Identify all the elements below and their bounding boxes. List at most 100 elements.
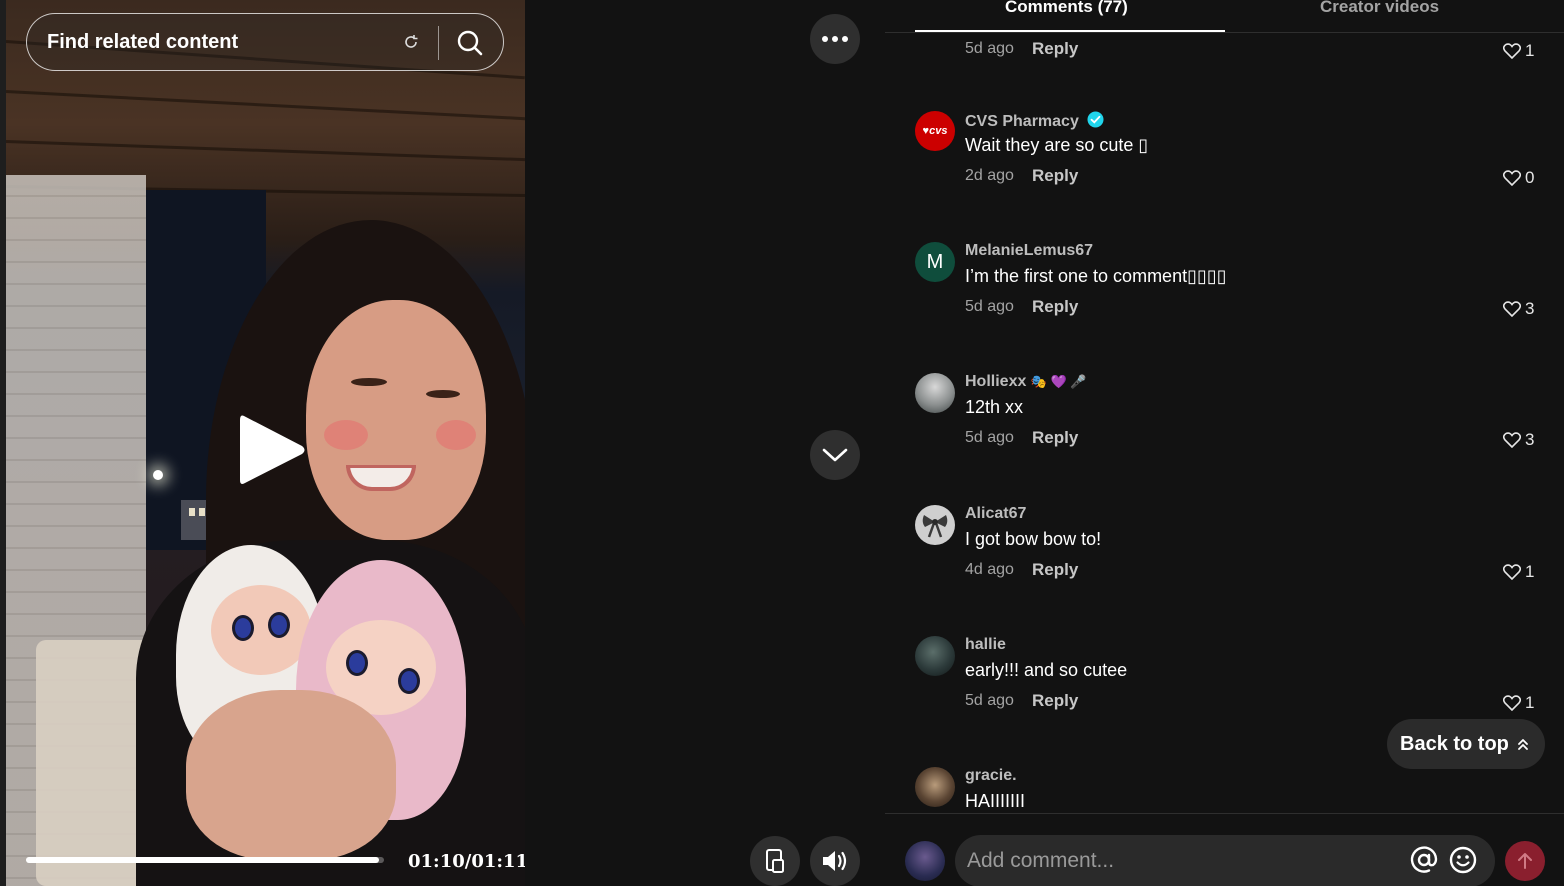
username-badges: 🎭 💜 🎤	[1030, 374, 1087, 389]
heart-icon	[1503, 170, 1521, 186]
comment-time: 4d ago	[965, 561, 1014, 578]
comment-text: I’m the first one to comment▯▯▯▯	[965, 266, 1227, 286]
comment-compose-bar	[885, 813, 1564, 886]
current-user-avatar[interactable]	[905, 841, 945, 881]
comment-item: M MelanieLemus67 I’m the first one to co…	[915, 242, 1545, 332]
comment-time: 5d ago	[965, 692, 1014, 709]
app-root: Find related content 01:10/01:11 Comment…	[0, 0, 1564, 886]
video-progress-bar[interactable]	[26, 857, 384, 863]
chevron-down-icon	[822, 448, 848, 462]
more-options-button[interactable]	[810, 14, 860, 64]
heart-icon	[1503, 301, 1521, 317]
back-to-top-button[interactable]: Back to top	[1387, 719, 1545, 769]
search-icon[interactable]	[456, 29, 484, 57]
ceiling-beam	[6, 90, 525, 121]
video-progress-fill	[26, 857, 379, 863]
like-count: 1	[1525, 562, 1535, 581]
avatar[interactable]	[915, 505, 955, 545]
comment-username[interactable]: MelanieLemus67	[965, 242, 1093, 260]
avatar[interactable]: ♥cvs	[915, 111, 955, 151]
comment-text: I got bow bow to!	[965, 529, 1102, 549]
like-button[interactable]: 3	[1503, 430, 1534, 450]
avatar[interactable]	[915, 636, 955, 676]
avatar[interactable]: M	[915, 242, 955, 282]
search-placeholder: Find related content	[47, 31, 239, 53]
doll-face	[211, 585, 311, 675]
comment-item: hallie early!!! and so cutee 5d ago Repl…	[915, 636, 1545, 726]
comment-item: gracie. HAIIIIIII	[915, 767, 1545, 813]
comment-time: 5d ago	[965, 298, 1014, 315]
eye	[351, 378, 387, 386]
find-related-search[interactable]: Find related content	[26, 13, 504, 71]
cvs-logo: ♥cvs	[922, 125, 948, 137]
comment-item: Alicat67 I got bow bow to! 4d ago Reply …	[915, 505, 1545, 595]
reload-icon[interactable]	[403, 34, 419, 50]
hand	[186, 690, 396, 860]
search-divider	[438, 26, 439, 60]
like-count: 1	[1525, 41, 1535, 60]
comment-username[interactable]: Alicat67	[965, 505, 1026, 523]
video-time: 01:10/01:11	[408, 851, 525, 872]
reply-button[interactable]: Reply	[1032, 428, 1078, 448]
comment-username[interactable]: hallie	[965, 636, 1006, 654]
heart-icon	[1503, 432, 1521, 448]
cheek	[436, 420, 476, 450]
floating-player-icon	[766, 849, 784, 873]
like-button[interactable]: 3	[1503, 299, 1534, 319]
comment-item-partial: 5d ago Reply 1	[915, 0, 1545, 60]
comment-time: 5d ago	[965, 40, 1014, 57]
more-dots-icon	[822, 36, 848, 42]
next-video-button[interactable]	[810, 430, 860, 480]
emoji-icon[interactable]	[1448, 845, 1478, 875]
floating-player-button[interactable]	[750, 836, 800, 886]
doll-eye	[268, 612, 290, 638]
video-player[interactable]: Find related content 01:10/01:11	[6, 0, 525, 886]
like-count: 3	[1525, 299, 1535, 318]
avatar-letter: M	[926, 250, 944, 273]
avatar[interactable]	[915, 767, 955, 807]
like-count: 0	[1525, 168, 1535, 187]
comment-username[interactable]: CVS Pharmacy	[965, 111, 1104, 131]
comment-time: 2d ago	[965, 167, 1014, 184]
mention-icon[interactable]	[1409, 845, 1439, 875]
avatar[interactable]	[915, 373, 955, 413]
heart-icon	[1503, 695, 1521, 711]
like-button[interactable]: 1	[1503, 41, 1534, 61]
doll-eye	[398, 668, 420, 694]
verified-badge-icon	[1087, 111, 1104, 128]
eye	[426, 390, 460, 398]
heart-icon	[1503, 564, 1521, 580]
volume-button[interactable]	[810, 836, 860, 886]
doll-eye	[232, 615, 254, 641]
bow-icon	[922, 515, 948, 538]
comment-text: 12th xx	[965, 397, 1024, 417]
like-button[interactable]: 0	[1503, 168, 1534, 188]
reply-button[interactable]: Reply	[1032, 166, 1078, 186]
doll-eye	[346, 650, 368, 676]
double-chevron-up-icon	[1518, 739, 1528, 750]
comment-text: early!!! and so cutee	[965, 660, 1128, 680]
like-button[interactable]: 1	[1503, 693, 1534, 713]
reply-button[interactable]: Reply	[1032, 560, 1078, 580]
reply-button[interactable]: Reply	[1032, 691, 1078, 711]
comment-item: ♥cvs CVS Pharmacy Wait they are so cute …	[915, 111, 1545, 201]
arrow-up-icon	[1518, 853, 1532, 869]
ceiling-beam	[6, 140, 525, 162]
reply-button[interactable]: Reply	[1032, 297, 1078, 317]
username-text: Holliexx	[965, 373, 1027, 390]
cheek	[324, 420, 368, 450]
play-icon[interactable]	[236, 410, 308, 490]
like-button[interactable]: 1	[1503, 562, 1534, 582]
username-text: CVS Pharmacy	[965, 113, 1079, 130]
comment-item: Holliexx 🎭 💜 🎤 12th xx 5d ago Reply 3	[915, 373, 1545, 463]
like-count: 1	[1525, 693, 1535, 712]
reply-button[interactable]: Reply	[1032, 39, 1078, 59]
volume-icon	[823, 851, 847, 871]
heart-icon	[1503, 43, 1521, 59]
comment-username[interactable]: gracie.	[965, 767, 1017, 785]
back-to-top-label: Back to top	[1400, 732, 1509, 755]
street-light	[153, 470, 163, 480]
post-comment-button[interactable]	[1505, 841, 1545, 881]
comment-text: HAIIIIIII	[965, 791, 1026, 811]
comment-username[interactable]: Holliexx 🎭 💜 🎤	[965, 373, 1087, 391]
